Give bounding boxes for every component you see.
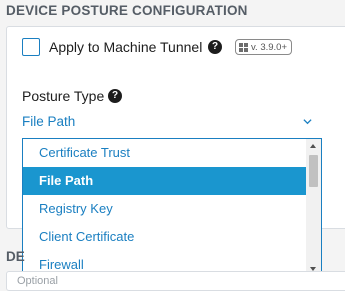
next-section-placeholder: Optional (17, 275, 58, 287)
dropdown-option-client-certificate[interactable]: Client Certificate (23, 223, 306, 251)
posture-type-dropdown[interactable]: Certificate Trust File Path Registry Key… (22, 138, 322, 277)
windows-icon (239, 42, 248, 52)
dropdown-option-registry-key[interactable]: Registry Key (23, 195, 306, 223)
help-icon[interactable]: ? (108, 89, 122, 103)
posture-type-select-value[interactable]: File Path (22, 114, 75, 129)
help-icon[interactable]: ? (208, 40, 222, 54)
section-title: DEVICE POSTURE CONFIGURATION (6, 3, 248, 18)
dropdown-option-file-path[interactable]: File Path (23, 167, 306, 195)
posture-type-label: Posture Type (22, 88, 105, 104)
next-section-input[interactable]: Optional (6, 271, 345, 291)
version-badge: v. 3.9.0+ (235, 39, 293, 55)
chevron-down-icon[interactable] (303, 117, 312, 126)
version-badge-text: v. 3.9.0+ (251, 41, 288, 53)
next-section-label: DE (6, 249, 25, 264)
scroll-thumb[interactable] (309, 155, 318, 187)
dropdown-scrollbar[interactable] (306, 139, 321, 276)
apply-machine-tunnel-checkbox[interactable] (22, 38, 40, 56)
scroll-up-arrow-icon[interactable] (310, 144, 316, 148)
apply-machine-tunnel-label[interactable]: Apply to Machine Tunnel (49, 38, 202, 56)
dropdown-option-certificate-trust[interactable]: Certificate Trust (23, 139, 306, 167)
dropdown-options: Certificate Trust File Path Registry Key… (23, 139, 306, 276)
